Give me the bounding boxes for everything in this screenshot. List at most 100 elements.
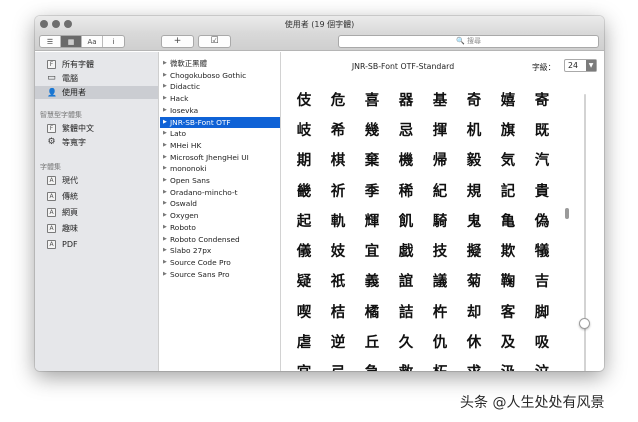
glyph-cell[interactable]: 擬 bbox=[457, 235, 491, 265]
font-family-row[interactable]: ▶ Roboto bbox=[160, 222, 280, 233]
glyph-cell[interactable]: 祇 bbox=[321, 266, 355, 296]
disclosure-triangle-icon[interactable]: ▶ bbox=[163, 128, 167, 139]
sidebar-item-all-fonts[interactable]: F 所有字體 bbox=[35, 58, 158, 71]
sidebar-item-pdf[interactable]: A PDF bbox=[35, 238, 158, 251]
glyph-cell[interactable]: 汽 bbox=[525, 145, 559, 175]
search-input[interactable]: 🔍 搜尋 bbox=[338, 35, 599, 48]
glyph-cell[interactable]: 稀 bbox=[389, 175, 423, 205]
glyph-cell[interactable]: 規 bbox=[457, 175, 491, 205]
glyph-cell[interactable]: 休 bbox=[457, 326, 491, 356]
glyph-cell[interactable]: 亀 bbox=[491, 205, 525, 235]
glyph-cell[interactable]: 棄 bbox=[355, 145, 389, 175]
font-family-row[interactable]: ▶ MHei HK bbox=[160, 140, 280, 151]
glyph-cell[interactable]: 機 bbox=[389, 145, 423, 175]
glyph-cell[interactable]: 却 bbox=[457, 296, 491, 326]
glyph-cell[interactable]: 鬼 bbox=[457, 205, 491, 235]
disclosure-triangle-icon[interactable]: ▶ bbox=[163, 140, 167, 151]
glyph-cell[interactable]: 泣 bbox=[525, 357, 559, 371]
grid-view-icon[interactable]: ▦ bbox=[61, 36, 82, 47]
disclosure-triangle-icon[interactable]: ▶ bbox=[163, 222, 167, 233]
glyph-cell[interactable]: 揮 bbox=[423, 114, 457, 144]
font-family-row[interactable]: ▶ Oxygen bbox=[160, 210, 280, 221]
glyph-cell[interactable]: 汲 bbox=[491, 357, 525, 371]
chevron-down-icon[interactable]: ▼ bbox=[586, 60, 596, 71]
glyph-cell[interactable]: 気 bbox=[491, 145, 525, 175]
glyph-cell[interactable]: 紀 bbox=[423, 175, 457, 205]
disclosure-triangle-icon[interactable]: ▶ bbox=[163, 198, 167, 209]
glyph-cell[interactable]: 期 bbox=[287, 145, 321, 175]
sidebar-item-computer[interactable]: ▭ 電腦 bbox=[35, 72, 158, 85]
font-family-row[interactable]: ▶ 微軟正黑體 bbox=[160, 58, 280, 69]
disclosure-triangle-icon[interactable]: ▶ bbox=[163, 257, 167, 268]
font-family-row[interactable]: ▶ Source Sans Pro bbox=[160, 269, 280, 280]
glyph-cell[interactable]: 器 bbox=[389, 84, 423, 114]
glyph-cell[interactable]: 誼 bbox=[389, 266, 423, 296]
glyph-cell[interactable]: 幾 bbox=[355, 114, 389, 144]
glyph-cell[interactable]: 朽 bbox=[423, 357, 457, 371]
disclosure-triangle-icon[interactable]: ▶ bbox=[163, 93, 167, 104]
glyph-cell[interactable]: 虐 bbox=[287, 326, 321, 356]
font-family-row[interactable]: ▶ JNR-SB-Font OTF bbox=[160, 116, 280, 128]
glyph-cell[interactable]: 畿 bbox=[287, 175, 321, 205]
font-family-row[interactable]: ▶ Hack bbox=[160, 93, 280, 104]
glyph-cell[interactable]: 橘 bbox=[355, 296, 389, 326]
glyph-cell[interactable]: 飢 bbox=[389, 205, 423, 235]
glyph-cell[interactable]: 欺 bbox=[491, 235, 525, 265]
glyph-cell[interactable]: 詰 bbox=[389, 296, 423, 326]
title-bar[interactable]: 使用者 (19 個字體) bbox=[35, 16, 604, 33]
disclosure-triangle-icon[interactable]: ▶ bbox=[163, 81, 167, 92]
disclosure-triangle-icon[interactable]: ▶ bbox=[163, 152, 167, 163]
sidebar-item-web[interactable]: A 網頁 bbox=[35, 206, 158, 219]
sidebar-item-traditional[interactable]: A 傳統 bbox=[35, 190, 158, 203]
sidebar-item-modern[interactable]: A 現代 bbox=[35, 174, 158, 187]
glyph-cell[interactable]: 記 bbox=[491, 175, 525, 205]
glyph-cell[interactable]: 脚 bbox=[525, 296, 559, 326]
font-family-row[interactable]: ▶ Didactic bbox=[160, 81, 280, 92]
preview-scrollbar[interactable] bbox=[565, 208, 569, 219]
validate-font-button[interactable]: ☑ bbox=[198, 35, 231, 48]
glyph-cell[interactable]: 伎 bbox=[287, 84, 321, 114]
glyph-cell[interactable]: 軌 bbox=[321, 205, 355, 235]
glyph-cell[interactable]: 妓 bbox=[321, 235, 355, 265]
glyph-cell[interactable]: 危 bbox=[321, 84, 355, 114]
sidebar-item-fun[interactable]: A 趣味 bbox=[35, 222, 158, 235]
size-slider-track[interactable] bbox=[584, 94, 586, 371]
glyph-cell[interactable]: 吸 bbox=[525, 326, 559, 356]
glyph-cell[interactable]: 希 bbox=[321, 114, 355, 144]
sidebar-item-user[interactable]: 👤 使用者 bbox=[35, 86, 158, 99]
zoom-window-button[interactable] bbox=[64, 20, 72, 28]
font-size-select[interactable]: 24 ▼ bbox=[564, 59, 597, 72]
minimize-window-button[interactable] bbox=[52, 20, 60, 28]
glyph-cell[interactable]: 喜 bbox=[355, 84, 389, 114]
glyph-cell[interactable]: 起 bbox=[287, 205, 321, 235]
font-family-row[interactable]: ▶ Roboto Condensed bbox=[160, 234, 280, 245]
glyph-cell[interactable]: 求 bbox=[457, 357, 491, 371]
size-slider-knob[interactable] bbox=[579, 318, 590, 329]
glyph-cell[interactable]: 忌 bbox=[389, 114, 423, 144]
glyph-cell[interactable]: 祈 bbox=[321, 175, 355, 205]
glyph-cell[interactable]: 弓 bbox=[321, 357, 355, 371]
info-view-icon[interactable]: i bbox=[103, 36, 124, 47]
glyph-cell[interactable]: 吉 bbox=[525, 266, 559, 296]
add-font-button[interactable]: + bbox=[161, 35, 194, 48]
glyph-cell[interactable]: 犠 bbox=[525, 235, 559, 265]
glyph-cell[interactable]: 岐 bbox=[287, 114, 321, 144]
glyph-cell[interactable]: 騎 bbox=[423, 205, 457, 235]
glyph-cell[interactable]: 疑 bbox=[287, 266, 321, 296]
glyph-cell[interactable]: 棋 bbox=[321, 145, 355, 175]
close-window-button[interactable] bbox=[40, 20, 48, 28]
glyph-cell[interactable]: 救 bbox=[389, 357, 423, 371]
font-family-row[interactable]: ▶ Oradano-mincho-t bbox=[160, 187, 280, 198]
glyph-cell[interactable]: 菊 bbox=[457, 266, 491, 296]
glyph-cell[interactable]: 杵 bbox=[423, 296, 457, 326]
glyph-cell[interactable]: 桔 bbox=[321, 296, 355, 326]
glyph-cell[interactable]: 嬉 bbox=[491, 84, 525, 114]
glyph-cell[interactable]: 毅 bbox=[457, 145, 491, 175]
disclosure-triangle-icon[interactable]: ▶ bbox=[163, 58, 167, 69]
glyph-cell[interactable]: 旗 bbox=[491, 114, 525, 144]
glyph-cell[interactable]: 仇 bbox=[423, 326, 457, 356]
glyph-cell[interactable]: 義 bbox=[355, 266, 389, 296]
disclosure-triangle-icon[interactable]: ▶ bbox=[163, 187, 167, 198]
glyph-cell[interactable]: 技 bbox=[423, 235, 457, 265]
font-family-row[interactable]: ▶ Slabo 27px bbox=[160, 245, 280, 256]
